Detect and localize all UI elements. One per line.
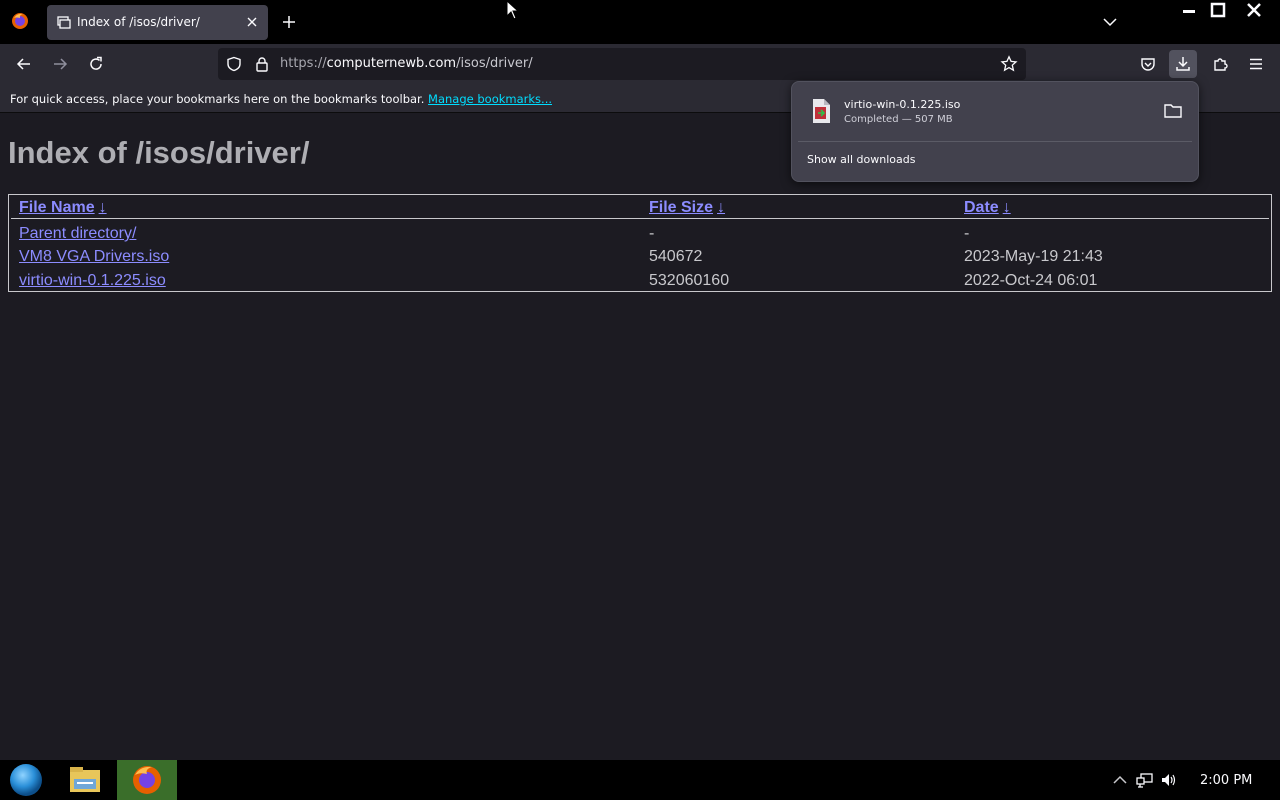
volume-icon[interactable] — [1160, 772, 1178, 788]
new-tab-plus-icon[interactable] — [281, 14, 297, 30]
close-window-icon[interactable] — [1239, 0, 1269, 22]
page-content: Index of /isos/driver/ File Name ↓ File S… — [0, 113, 1280, 760]
network-icon[interactable] — [1136, 772, 1154, 788]
puzzle-piece-icon — [1214, 58, 1228, 71]
file-date: 2023-May-19 21:43 — [964, 248, 1103, 265]
chevron-up-icon[interactable] — [1112, 773, 1128, 787]
file-date: - — [964, 225, 970, 242]
pocket-button[interactable] — [1134, 50, 1162, 78]
column-header-date[interactable]: Date ↓ — [964, 199, 1011, 217]
file-size: - — [649, 225, 655, 242]
tracking-protection-shield-icon[interactable] — [226, 56, 242, 72]
column-label: File Size — [649, 199, 714, 216]
column-header-file-name[interactable]: File Name ↓ — [19, 199, 107, 217]
panel-divider — [798, 141, 1192, 142]
download-item[interactable]: virtio-win-0.1.225.iso Completed — 507 M… — [798, 88, 1192, 136]
bookmark-star-icon[interactable] — [1000, 55, 1018, 73]
reload-button[interactable] — [82, 50, 110, 78]
chevron-down-icon[interactable] — [1101, 13, 1119, 31]
file-link[interactable]: virtio-win-0.1.225.iso — [19, 272, 166, 290]
folder-icon[interactable] — [1162, 100, 1184, 122]
column-label: Date — [964, 199, 999, 216]
start-orb-icon[interactable] — [6, 762, 46, 798]
firefox-logo-icon — [133, 766, 161, 794]
navigation-toolbar: https://computernewb.com/isos/driver/ — [0, 44, 1280, 84]
tab-title: Index of /isos/driver/ — [77, 15, 200, 29]
taskbar: 2:00 PM — [0, 760, 1280, 800]
taskbar-clock[interactable]: 2:00 PM — [1200, 773, 1252, 788]
bookmarks-hint-text: For quick access, place your bookmarks h… — [10, 92, 425, 106]
app-menu-button[interactable] — [1242, 50, 1270, 78]
sort-arrow-icon: ↓ — [98, 199, 107, 216]
url-text[interactable]: https://computernewb.com/isos/driver/ — [280, 56, 533, 71]
mouse-cursor-icon — [506, 0, 520, 20]
minimize-window-icon[interactable] — [1174, 0, 1204, 22]
arrow-left-icon — [16, 58, 30, 70]
table-row: virtio-win-0.1.225.iso 532060160 2022-Oc… — [9, 268, 1271, 292]
url-path: /isos/driver/ — [456, 56, 533, 71]
sort-arrow-icon: ↓ — [717, 199, 726, 216]
firefox-taskbar-button[interactable] — [117, 760, 177, 800]
download-filename: virtio-win-0.1.225.iso — [844, 98, 961, 111]
table-row: Parent directory/ - - — [9, 221, 1271, 245]
url-bar[interactable]: https://computernewb.com/isos/driver/ — [218, 48, 1026, 80]
download-status: Completed — 507 MB — [844, 114, 953, 125]
table-row: VM8 VGA Drivers.iso 540672 2023-May-19 2… — [9, 244, 1271, 268]
column-label: File Name — [19, 199, 95, 216]
sort-arrow-icon: ↓ — [1002, 199, 1011, 216]
file-link[interactable]: VM8 VGA Drivers.iso — [19, 248, 169, 266]
url-host: computernewb.com — [326, 56, 457, 71]
close-tab-icon[interactable] — [244, 14, 260, 30]
file-size: 540672 — [649, 248, 703, 265]
reload-icon — [90, 56, 102, 70]
arrow-right-icon — [54, 58, 68, 70]
url-scheme: https:// — [280, 56, 327, 71]
manage-bookmarks-link[interactable]: Manage bookmarks... — [428, 92, 552, 106]
download-arrow-icon — [1176, 57, 1190, 71]
show-all-downloads-button[interactable]: Show all downloads — [807, 153, 915, 166]
column-header-file-size[interactable]: File Size ↓ — [649, 199, 725, 217]
downloads-panel: virtio-win-0.1.225.iso Completed — 507 M… — [791, 81, 1199, 182]
file-link[interactable]: Parent directory/ — [19, 225, 136, 243]
back-button[interactable] — [10, 50, 38, 78]
downloads-button[interactable] — [1169, 50, 1197, 78]
forward-button[interactable] — [46, 50, 74, 78]
pocket-icon — [1141, 58, 1155, 71]
lock-icon[interactable] — [254, 56, 270, 72]
hamburger-menu-icon — [1250, 58, 1262, 70]
header-divider — [11, 218, 1269, 219]
tab-bar: Index of /isos/driver/ — [0, 0, 1280, 44]
file-listing-table: File Name ↓ File Size ↓ Date ↓ Parent direc… — [8, 194, 1272, 292]
directory-favicon-icon — [57, 16, 71, 29]
file-date: 2022-Oct-24 06:01 — [964, 272, 1098, 289]
bookmarks-hint: For quick access, place your bookmarks h… — [10, 92, 552, 106]
file-explorer-icon[interactable] — [65, 762, 105, 798]
maximize-window-icon[interactable] — [1203, 0, 1233, 22]
tab-active[interactable]: Index of /isos/driver/ — [47, 5, 268, 40]
firefox-logo-icon[interactable] — [11, 12, 29, 30]
file-size: 532060160 — [649, 272, 730, 289]
extensions-button[interactable] — [1206, 50, 1234, 78]
file-icon — [813, 99, 830, 123]
page-title: Index of /isos/driver/ — [8, 135, 310, 170]
